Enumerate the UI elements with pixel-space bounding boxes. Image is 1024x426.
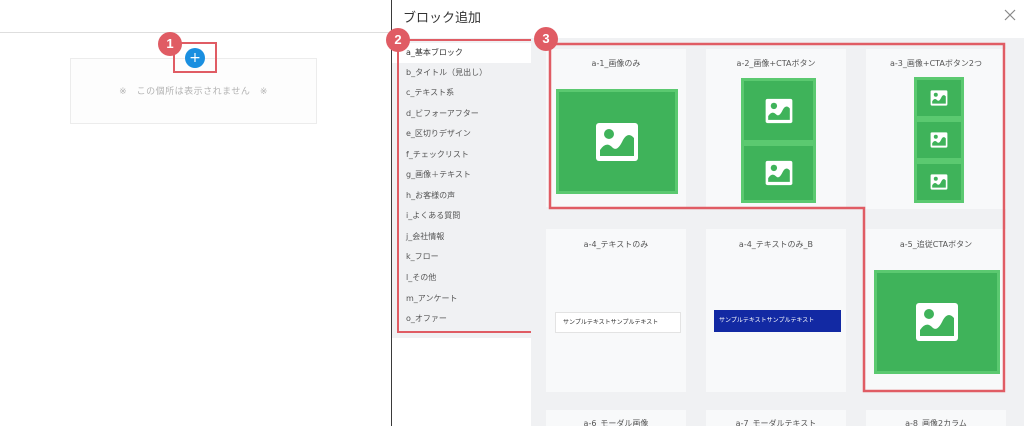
block-card-a7[interactable]: a-7_モーダルテキスト bbox=[706, 410, 846, 426]
plus-icon: + bbox=[189, 50, 201, 66]
screen: ※ この個所は表示されません ※ + 1 ブロック追加 a_基本ブロック b_タ… bbox=[0, 0, 1024, 426]
add-block-modal: ブロック追加 a_基本ブロック b_タイトル（見出し） c_テキスト系 d_ビフ… bbox=[386, 0, 1024, 426]
editor-pane: ※ この個所は表示されません ※ + 1 bbox=[0, 0, 391, 426]
editor-divider-line bbox=[0, 32, 391, 33]
block-card-a8[interactable]: a-8_画像2カラム bbox=[866, 410, 1006, 426]
close-icon[interactable] bbox=[1004, 9, 1016, 21]
placeholder-text: ※ この個所は表示されません ※ bbox=[119, 87, 268, 97]
category-list-highlight bbox=[397, 39, 534, 333]
badge-2: 2 bbox=[386, 28, 410, 52]
modal-title: ブロック追加 bbox=[403, 11, 482, 26]
add-block-button[interactable]: + bbox=[185, 48, 205, 68]
block-title: a-6_モーダル画像 bbox=[583, 419, 649, 426]
block-grid-highlight bbox=[548, 42, 1006, 393]
badge-3: 3 bbox=[534, 27, 558, 51]
block-card-a6[interactable]: a-6_モーダル画像 bbox=[546, 410, 686, 426]
block-title: a-7_モーダルテキスト bbox=[735, 419, 817, 426]
badge-1: 1 bbox=[158, 32, 182, 56]
block-title: a-8_画像2カラム bbox=[905, 419, 967, 426]
